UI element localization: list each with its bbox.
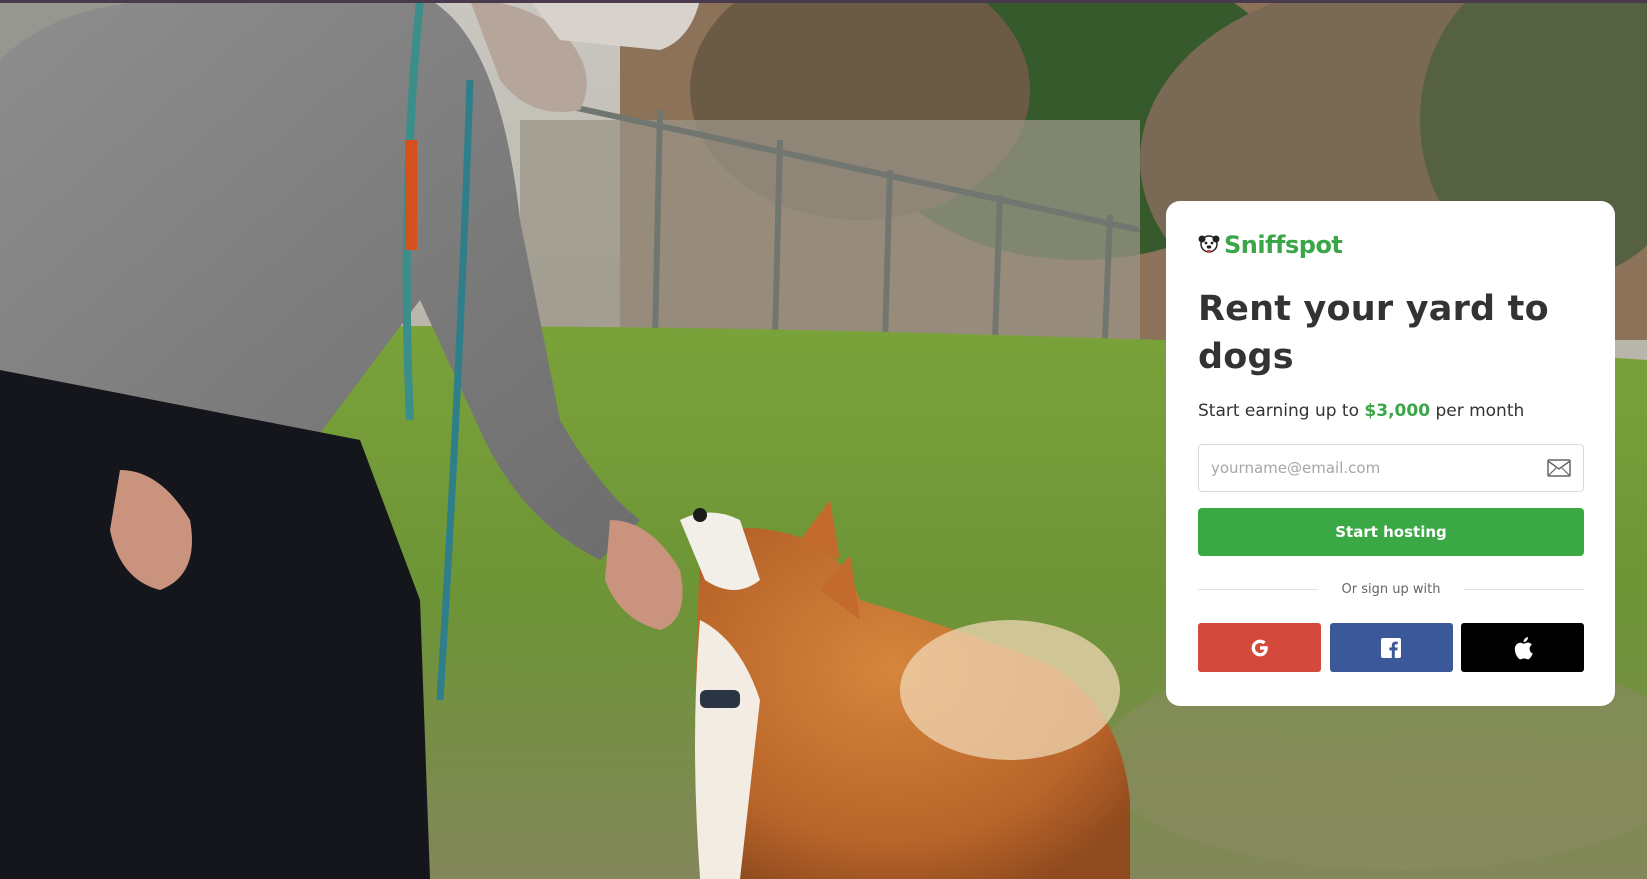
facebook-signup-button[interactable] <box>1329 623 1453 672</box>
subline-suffix: per month <box>1435 401 1525 421</box>
divider: Or sign up with <box>1198 582 1585 597</box>
facebook-icon <box>1381 637 1401 658</box>
brand-logo[interactable]: Sniffspot <box>1198 229 1583 261</box>
email-field[interactable] <box>1199 445 1539 491</box>
page-title: Rent your yard to dogs <box>1198 289 1549 377</box>
hero-section: Sniffspot Rent your yard to dogs Start e… <box>0 0 1647 879</box>
email-field-wrapper <box>1198 444 1584 492</box>
apple-icon <box>1514 636 1533 659</box>
apple-signup-button[interactable] <box>1461 623 1584 672</box>
google-icon <box>1251 639 1268 656</box>
earnings-amount: $3,000 <box>1364 401 1431 421</box>
signup-card: Sniffspot Rent your yard to dogs Start e… <box>1166 201 1615 706</box>
earnings-subline: Start earning up to $3,000 per month <box>1198 401 1583 421</box>
top-strip <box>0 0 1647 3</box>
divider-line-left <box>1198 589 1318 590</box>
divider-line-right <box>1464 589 1585 590</box>
subline-prefix: Start earning up to <box>1198 401 1360 421</box>
social-signup-row <box>1198 623 1584 672</box>
brand-name: Sniffspot <box>1224 231 1343 259</box>
google-signup-button[interactable] <box>1198 623 1321 672</box>
divider-label: Or sign up with <box>1341 582 1441 597</box>
start-hosting-button[interactable]: Start hosting <box>1198 508 1584 556</box>
dog-logo-icon <box>1198 235 1220 253</box>
mail-icon <box>1547 459 1571 477</box>
